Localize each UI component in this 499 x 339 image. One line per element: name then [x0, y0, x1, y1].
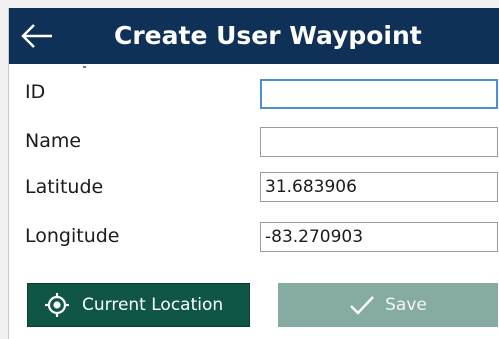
crosshair-location-icon — [44, 292, 70, 318]
page-title: Create User Waypoint — [114, 21, 422, 50]
latitude-field[interactable] — [260, 172, 498, 202]
id-field[interactable] — [260, 79, 498, 109]
save-label: Save — [385, 295, 427, 315]
app-window: Create User Waypoint ID Name Latitude Lo… — [8, 8, 499, 339]
scroll-indicator — [83, 66, 86, 68]
name-label: Name — [25, 130, 82, 152]
longitude-field[interactable] — [260, 222, 498, 252]
checkmark-icon — [349, 294, 375, 316]
id-label: ID — [25, 81, 46, 103]
save-button[interactable]: Save — [278, 283, 498, 327]
back-button[interactable] — [19, 20, 55, 52]
longitude-label: Longitude — [25, 225, 120, 247]
current-location-button[interactable]: Current Location — [27, 283, 250, 327]
name-field[interactable] — [260, 127, 498, 157]
current-location-label: Current Location — [82, 295, 224, 315]
latitude-label: Latitude — [25, 176, 104, 198]
back-arrow-icon — [21, 24, 52, 48]
title-bar: Create User Waypoint — [9, 8, 499, 64]
